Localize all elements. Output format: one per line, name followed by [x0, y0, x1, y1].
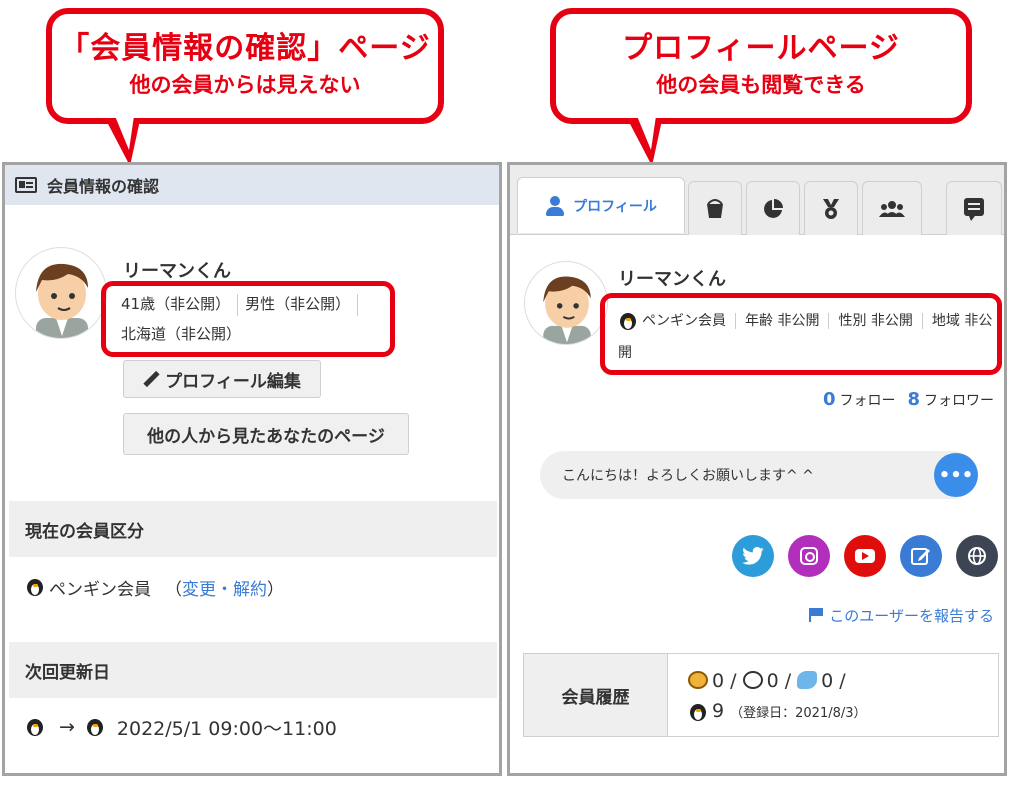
callout-title: 「会員情報の確認」ページ	[59, 31, 431, 66]
highlight-box	[101, 281, 395, 357]
panel-header: 会員情報の確認	[5, 165, 499, 205]
penguin-icon	[85, 718, 105, 736]
follow-stats: 0 フォロー 8 フォロワー	[823, 389, 994, 410]
paren-open: （	[165, 579, 182, 600]
penguin-icon	[25, 578, 45, 596]
renewal-row: → 2022/5/1 09:00〜11:00	[9, 705, 497, 749]
blog-button[interactable]	[900, 535, 942, 577]
id-card-icon	[15, 177, 37, 193]
bucket-icon	[707, 198, 723, 218]
user-name: リーマンくん	[123, 261, 231, 282]
profile-panel: プロフィール リーマンくん ペンギン会員 年齢 非公開 性別 非公開 地域 非公開 0…	[507, 162, 1007, 776]
dolphin-icon	[797, 671, 818, 689]
panda-icon	[742, 671, 763, 689]
tab-profile[interactable]: プロフィール	[517, 177, 685, 233]
tab-comments[interactable]	[946, 181, 1002, 235]
membership-value: ペンギン会員	[49, 579, 151, 600]
pie-chart-icon	[764, 198, 783, 218]
tiger-icon	[688, 671, 708, 689]
view-as-others-button[interactable]: 他の人から見たあなたのページ	[123, 413, 409, 455]
registration-date: （登録日：2021/8/3）	[730, 706, 867, 721]
change-cancel-link[interactable]: 変更・解約	[182, 575, 267, 600]
callout-tail-inner	[637, 116, 656, 150]
view-as-others-label: 他の人から見たあなたのページ	[147, 426, 385, 447]
tab-stats[interactable]	[746, 181, 800, 235]
youtube-icon	[855, 549, 875, 563]
avatar	[15, 247, 107, 339]
callout-subtitle: 他の会員からは見えない	[129, 73, 361, 97]
edit-icon	[911, 548, 930, 565]
group-icon	[879, 200, 905, 217]
flag-icon	[809, 608, 824, 622]
follower-label[interactable]: フォロワー	[924, 393, 994, 409]
callout-subtitle: 他の会員も閲覧できる	[656, 73, 866, 97]
penguin-icon	[25, 718, 45, 736]
penguin-count: 9	[712, 700, 725, 722]
membership-heading: 現在の会員区分	[9, 501, 497, 557]
user-icon	[545, 195, 565, 216]
callout-member-info: 「会員情報の確認」ページ 他の会員からは見えない	[46, 8, 444, 124]
more-button[interactable]: •••	[934, 453, 978, 497]
user-name: リーマンくん	[618, 269, 726, 290]
panel-header-title: 会員情報の確認	[47, 177, 160, 196]
callout-tail-inner	[115, 116, 134, 150]
avatar-illustration-icon	[543, 276, 591, 344]
highlight-box	[600, 293, 1002, 375]
youtube-button[interactable]	[844, 535, 886, 577]
avatar-illustration-icon	[36, 263, 88, 338]
edit-profile-button[interactable]: プロフィール編集	[123, 360, 321, 398]
instagram-button[interactable]	[788, 535, 830, 577]
arrow: →	[59, 716, 75, 738]
medal-icon	[823, 198, 839, 219]
dolphin-count: 0 /	[821, 670, 846, 692]
website-button[interactable]	[956, 535, 998, 577]
tab-profile-label: プロフィール	[573, 198, 657, 215]
greeting-bubble: こんにちは！よろしくお願いします^ ^ •••	[540, 451, 978, 499]
panda-count: 0 /	[766, 670, 792, 692]
tiger-count: 0 /	[712, 670, 737, 692]
follower-count[interactable]: 8	[907, 389, 920, 410]
follow-label[interactable]: フォロー	[839, 393, 895, 409]
member-info-panel: 会員情報の確認 リーマンくん 41歳（非公開） 男性（非公開） 北海道（非公開） …	[2, 162, 502, 776]
callout-profile: プロフィールページ 他の会員も閲覧できる	[550, 8, 972, 124]
membership-row: ペンギン会員 （変更・解約）	[9, 565, 497, 609]
callout-title: プロフィールページ	[622, 31, 900, 66]
history-heading: 会員履歴	[524, 654, 668, 736]
greeting-text: こんにちは！よろしくお願いします^ ^	[562, 468, 814, 484]
report-user-link[interactable]: このユーザーを報告する	[809, 605, 994, 626]
twitter-icon	[742, 547, 764, 565]
renewal-date: 2022/5/1 09:00〜11:00	[116, 717, 337, 740]
edit-profile-label: プロフィール編集	[165, 371, 301, 392]
comment-icon	[964, 197, 984, 221]
tab-medal[interactable]	[804, 181, 858, 235]
follow-count[interactable]: 0	[823, 389, 836, 410]
avatar	[524, 261, 608, 345]
pencil-icon	[143, 371, 159, 387]
history-values: 0 / 0 / 0 / 9 （登録日：2021/8/3）	[668, 654, 998, 736]
report-label: このユーザーを報告する	[829, 607, 994, 625]
twitter-button[interactable]	[732, 535, 774, 577]
globe-icon	[968, 547, 986, 565]
instagram-icon	[800, 547, 818, 565]
membership-history: 会員履歴 0 / 0 / 0 / 9 （登録日：2021/8/3）	[523, 653, 999, 737]
paren-close: ）	[267, 579, 284, 600]
tab-group[interactable]	[862, 181, 922, 235]
penguin-icon	[688, 703, 708, 721]
renewal-heading: 次回更新日	[9, 642, 497, 698]
tab-bucket[interactable]	[688, 181, 742, 235]
